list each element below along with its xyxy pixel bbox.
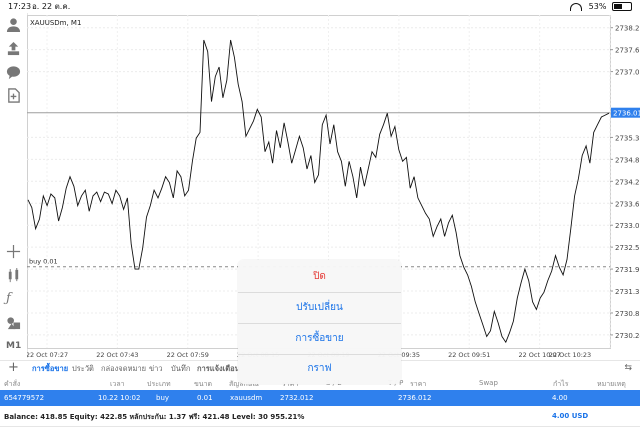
chart-button[interactable]: กราฟ: [238, 353, 401, 384]
balance-summary: Balance: 418.85 Equity: 422.85 หลักประกั…: [4, 413, 305, 421]
trade-icon[interactable]: [6, 41, 21, 56]
status-time: 17:23: [8, 2, 32, 11]
tab-trade[interactable]: การซื้อขาย: [32, 363, 69, 378]
modify-order-button[interactable]: ปรับเปลี่ยน: [238, 292, 401, 323]
new-document-icon[interactable]: [6, 88, 21, 103]
status-date: อ. 22 ต.ค.: [32, 2, 71, 11]
col-time: เวลา: [110, 380, 125, 388]
price-label: 2733.090: [615, 222, 640, 230]
time-label: 22 Oct 07:43: [96, 351, 138, 359]
time-label: 22 Oct 07:59: [167, 351, 209, 359]
account-summary: Balance: 418.85 Equity: 422.85 หลักประกั…: [0, 406, 640, 427]
order-current-price: 2736.012: [398, 394, 432, 402]
price-label: 2738.220: [615, 25, 640, 33]
price-label: 2733.660: [615, 200, 640, 208]
current-price-label: 2736.012: [613, 110, 640, 118]
status-bar: 17:23 อ. 22 ต.ค. 53%: [0, 0, 640, 13]
add-icon[interactable]: +: [8, 361, 19, 375]
time-label: 22 Oct 09:51: [448, 351, 490, 359]
tab-journal[interactable]: บันทึก: [171, 363, 190, 375]
left-toolbar: ƒ M1: [0, 13, 28, 358]
order-line-label: buy 0.01: [29, 258, 58, 266]
col-current-price: ราคา: [410, 380, 427, 388]
crosshair-icon[interactable]: [6, 244, 21, 259]
col-type: ประเภท: [147, 380, 171, 388]
timeframe-button[interactable]: M1: [6, 341, 21, 351]
total-profit: 4.00 USD: [552, 412, 589, 420]
chat-icon[interactable]: [6, 65, 21, 80]
order-open-price: 2732.012: [280, 394, 314, 402]
order-type: buy: [156, 394, 170, 402]
status-right: 53%: [570, 0, 632, 13]
order-profit: 4.00: [552, 394, 568, 402]
tab-mailbox[interactable]: กล่องจดหมาย: [101, 363, 146, 375]
col-comment: หมายเหตุ: [597, 380, 626, 388]
price-label: 2730.240: [615, 332, 640, 340]
position-row[interactable]: 654779572 10.22 10:02 buy 0.01 xauusdm 2…: [0, 390, 640, 406]
user-icon[interactable]: [6, 17, 21, 32]
tab-alerts[interactable]: การแจ้งเตือน: [197, 363, 240, 375]
order-context-menu: ปิด ปรับเปลี่ยน การซื้อขาย กราฟ: [238, 260, 401, 384]
order-symbol: xauusdm: [230, 394, 263, 402]
indicators-icon[interactable]: [6, 268, 21, 283]
time-label: 22 Oct 07:27: [27, 351, 68, 359]
tab-news[interactable]: ข่าว: [149, 363, 163, 375]
time-label: 22 Oct 10:23: [549, 351, 591, 359]
tab-history[interactable]: ประวัติ: [72, 363, 94, 375]
price-label: 2735.370: [615, 134, 640, 142]
col-profit: กำไร: [553, 380, 569, 388]
battery-icon: [612, 2, 632, 11]
price-label: 2737.650: [615, 47, 640, 55]
close-order-button[interactable]: ปิด: [238, 261, 401, 292]
price-label: 2737.080: [615, 69, 640, 77]
order-id: 654779572: [4, 394, 45, 402]
symbol-label: XAUUSDm, M1: [30, 19, 81, 27]
price-label: 2731.380: [615, 288, 640, 296]
order-time: 10.22 10:02: [98, 394, 141, 402]
col-size: ขนาด: [194, 380, 213, 388]
col-order: คำสั่ง: [4, 380, 21, 388]
function-icon[interactable]: ƒ: [6, 291, 21, 306]
battery-percent: 53%: [588, 2, 607, 11]
trade-button[interactable]: การซื้อขาย: [238, 323, 401, 354]
price-label: 2730.810: [615, 310, 640, 318]
objects-icon[interactable]: [6, 315, 21, 330]
settings-tool-icon[interactable]: ⇆: [624, 363, 632, 373]
wifi-icon: [570, 2, 583, 11]
price-label: 2732.520: [615, 244, 640, 252]
price-label: 2734.800: [615, 156, 640, 164]
order-size: 0.01: [197, 394, 213, 402]
price-label: 2731.950: [615, 266, 640, 274]
price-label: 2734.230: [615, 178, 640, 186]
col-swap: Swap: [479, 379, 498, 387]
